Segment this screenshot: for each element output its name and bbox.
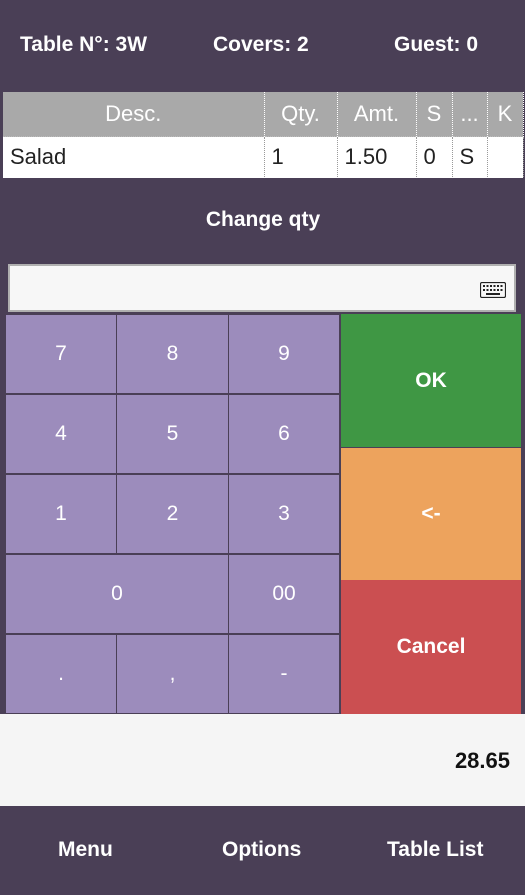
key-1[interactable]: 1 (5, 474, 117, 554)
dialog-title: Change qty (205, 208, 321, 231)
cell-amt: 1.50 (337, 136, 417, 177)
key-2[interactable]: 2 (116, 474, 229, 554)
key-3[interactable]: 3 (228, 474, 340, 554)
table-row[interactable]: Salad 1 1.50 0 S (3, 136, 524, 177)
total-bar: 28.65 (0, 714, 525, 806)
key-00[interactable]: 00 (228, 554, 340, 634)
col-qty[interactable]: Qty. (264, 92, 338, 137)
top-header: Table N°: 3W Covers: 2 Guest: 0 (0, 0, 525, 92)
ok-button[interactable]: OK (341, 314, 521, 447)
key-5[interactable]: 5 (116, 394, 229, 474)
cell-k (487, 136, 524, 177)
col-amt[interactable]: Amt. (337, 92, 417, 137)
options-button[interactable]: Options (222, 838, 301, 862)
key-6[interactable]: 6 (228, 394, 340, 474)
key-dot[interactable]: . (5, 634, 117, 714)
covers-count: Covers: 2 (213, 33, 309, 56)
cell-qty: 1 (264, 136, 338, 177)
bottom-nav: Menu Options Table List (0, 806, 525, 895)
table-header-row: Desc. Qty. Amt. S ... K (3, 92, 524, 137)
table-number: Table N°: 3W (20, 33, 148, 56)
key-comma[interactable]: , (116, 634, 229, 714)
col-desc[interactable]: Desc. (3, 92, 265, 137)
table-list-button[interactable]: Table List (387, 838, 483, 862)
key-8[interactable]: 8 (116, 314, 229, 394)
backspace-button[interactable]: <- (341, 448, 521, 580)
col-s[interactable]: S (416, 92, 453, 137)
cell-s: 0 (416, 136, 453, 177)
key-0[interactable]: 0 (5, 554, 229, 634)
col-more[interactable]: ... (452, 92, 488, 137)
menu-button[interactable]: Menu (58, 838, 113, 862)
cell-extra: S (452, 136, 488, 177)
key-9[interactable]: 9 (228, 314, 340, 394)
key-7[interactable]: 7 (5, 314, 117, 394)
guest-count: Guest: 0 (394, 33, 479, 56)
keyboard-icon[interactable] (480, 282, 506, 298)
cell-desc: Salad (3, 136, 265, 177)
cancel-button[interactable]: Cancel (341, 580, 521, 714)
order-total: 28.65 (454, 748, 510, 773)
col-k[interactable]: K (487, 92, 524, 137)
qty-input[interactable] (8, 264, 516, 312)
change-qty-dialog: Change qty 7 8 9 4 5 6 1 2 3 0 00 . , - … (3, 178, 523, 714)
key-minus[interactable]: - (228, 634, 340, 714)
key-4[interactable]: 4 (5, 394, 117, 474)
order-table: Desc. Qty. Amt. S ... K Salad 1 1.50 0 S (3, 92, 524, 178)
